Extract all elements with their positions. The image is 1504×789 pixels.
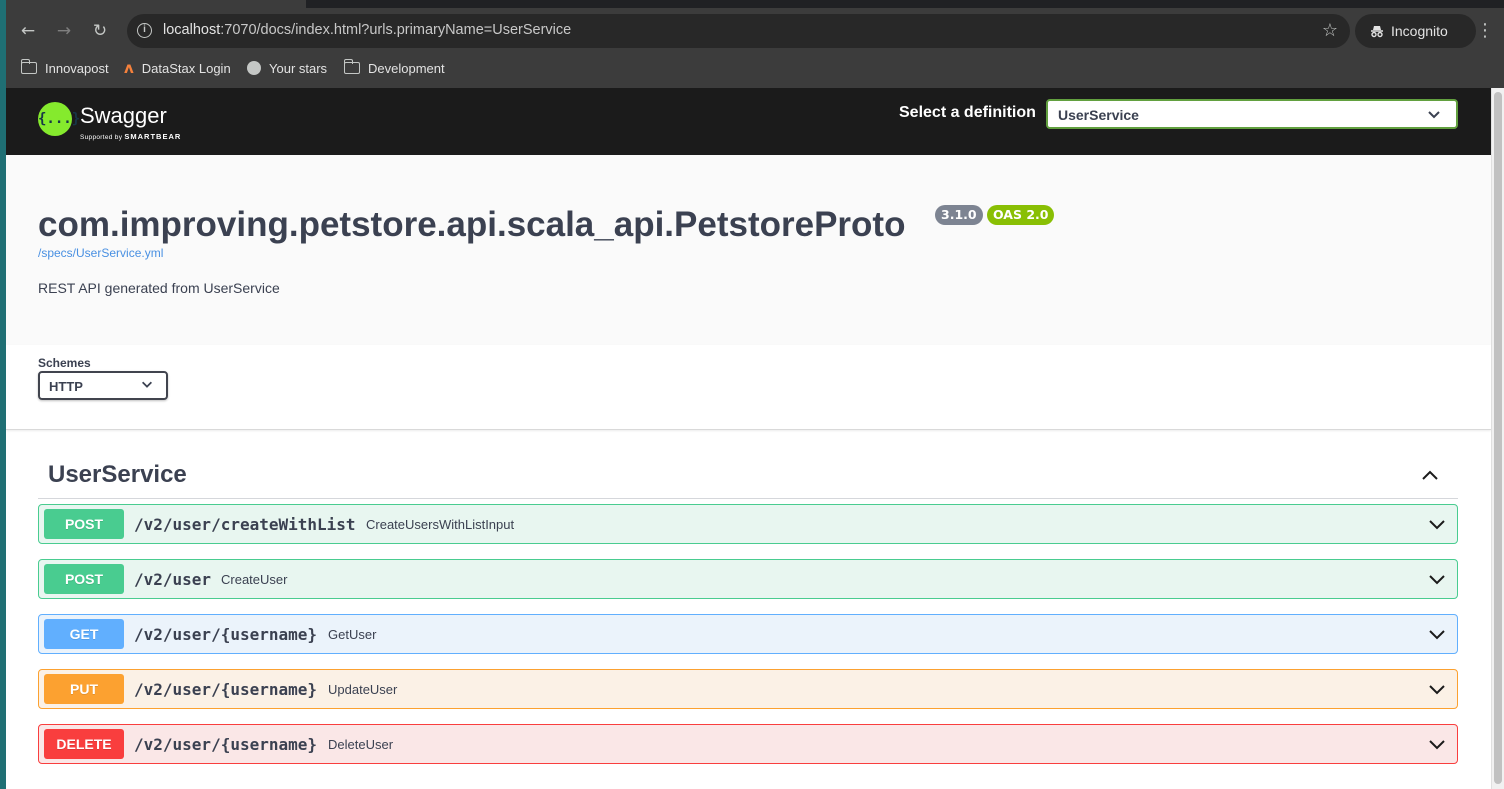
incognito-profile-button[interactable]: Incognito <box>1355 14 1476 48</box>
tag-name: UserService <box>48 461 187 488</box>
logo-sub-prefix: Supported by <box>80 134 123 141</box>
bookmark-innovapost[interactable]: Innovapost <box>20 59 109 77</box>
bookmark-label: Your stars <box>269 60 328 76</box>
bookmark-development[interactable]: Development <box>343 59 445 77</box>
chevron-down-icon[interactable] <box>1427 570 1447 590</box>
back-icon[interactable]: ← <box>16 19 40 43</box>
api-title: com.improving.petstore.api.scala_api.Pet… <box>38 205 906 244</box>
bookmarks-bar: Innovapost ʌ DataStax Login Your stars D… <box>6 54 1504 82</box>
bookmark-datastax-login[interactable]: ʌ DataStax Login <box>124 59 231 77</box>
bookmark-star-icon[interactable]: ☆ <box>1322 20 1338 41</box>
operation-path: /v2/user/{username} <box>134 680 318 699</box>
version-badge: 3.1.0 <box>935 205 983 225</box>
swagger-page: {...} Swagger Supported by SMARTBEAR Sel… <box>6 88 1491 789</box>
schemes-section: Schemes HTTP <box>6 345 1491 430</box>
operation-path: /v2/user <box>134 570 212 589</box>
swagger-logo-subtitle: Supported by SMARTBEAR <box>80 132 181 141</box>
operation-summary: CreateUser <box>221 572 288 587</box>
method-badge: GET <box>44 619 124 649</box>
swagger-topbar: {...} Swagger Supported by SMARTBEAR Sel… <box>6 88 1491 155</box>
chevron-down-icon[interactable] <box>1427 735 1447 755</box>
operation-delete-user[interactable]: DELETE /v2/user/{username} DeleteUser <box>38 724 1458 764</box>
schemes-label: Schemes <box>38 356 91 370</box>
chevron-up-icon[interactable] <box>1420 465 1440 485</box>
url-path: :7070/docs/index.html?urls.primaryName=U… <box>220 22 572 38</box>
operation-create-user[interactable]: POST /v2/user CreateUser <box>38 559 1458 599</box>
tab-strip <box>6 0 1504 8</box>
chevron-down-icon[interactable] <box>1427 625 1447 645</box>
operation-path: /v2/user/{username} <box>134 735 318 754</box>
address-bar[interactable]: i localhost:7070/docs/index.html?urls.pr… <box>127 14 1350 48</box>
definition-label: Select a definition <box>899 104 1036 121</box>
operation-summary: CreateUsersWithListInput <box>366 517 515 532</box>
definition-value: UserService <box>1058 107 1139 123</box>
operation-summary: GetUser <box>328 627 377 642</box>
scrollbar-thumb[interactable] <box>1494 92 1502 784</box>
operation-summary: UpdateUser <box>328 682 398 697</box>
schemes-value: HTTP <box>49 379 83 394</box>
api-description: REST API generated from UserService <box>38 280 280 296</box>
schemes-select[interactable]: HTTP <box>38 371 168 400</box>
spec-url-link[interactable]: /specs/UserService.yml <box>38 246 163 260</box>
bookmark-label: Development <box>368 60 445 76</box>
chevron-down-icon[interactable] <box>1427 680 1447 700</box>
operation-summary: DeleteUser <box>328 737 394 752</box>
incognito-icon <box>1371 26 1383 38</box>
bookmark-your-stars[interactable]: Your stars <box>247 59 327 77</box>
url-text[interactable]: localhost:7070/docs/index.html?urls.prim… <box>163 22 571 38</box>
url-host: localhost <box>163 22 221 38</box>
operation-path: /v2/user/{username} <box>134 625 318 644</box>
swagger-logo-icon[interactable]: {...} <box>38 102 80 136</box>
method-badge: POST <box>44 509 124 539</box>
site-info-icon[interactable]: i <box>137 23 152 38</box>
swagger-logo-text: Swagger <box>80 103 167 128</box>
operation-create-users-with-list[interactable]: POST /v2/user/createWithList CreateUsers… <box>38 504 1458 544</box>
bookmark-label: DataStax Login <box>141 60 231 76</box>
method-badge: DELETE <box>44 729 124 759</box>
oas-badge: OAS 2.0 <box>987 205 1055 225</box>
bookmark-label: Innovapost <box>45 60 109 76</box>
datastax-icon: ʌ <box>124 59 134 77</box>
chevron-down-icon <box>1428 111 1440 119</box>
reload-icon[interactable]: ↻ <box>88 19 112 43</box>
definition-select[interactable]: UserService <box>1046 99 1458 129</box>
incognito-label: Incognito <box>1391 23 1448 39</box>
chevron-down-icon[interactable] <box>1427 515 1447 535</box>
github-icon <box>247 61 261 75</box>
method-badge: PUT <box>44 674 124 704</box>
navigation-bar: ← → ↻ i localhost:7070/docs/index.html?u… <box>6 12 1504 50</box>
operation-update-user[interactable]: PUT /v2/user/{username} UpdateUser <box>38 669 1458 709</box>
logo-sub-brand: SMARTBEAR <box>124 132 182 141</box>
operation-get-user[interactable]: GET /v2/user/{username} GetUser <box>38 614 1458 654</box>
folder-icon <box>20 59 37 74</box>
active-tab[interactable] <box>6 0 306 8</box>
browser-chrome: ← → ↻ i localhost:7070/docs/index.html?u… <box>6 0 1504 88</box>
api-info: com.improving.petstore.api.scala_api.Pet… <box>6 155 1491 345</box>
browser-menu-icon[interactable]: ⋮ <box>1476 20 1494 44</box>
method-badge: POST <box>44 564 124 594</box>
operation-path: /v2/user/createWithList <box>134 515 356 534</box>
folder-icon <box>343 59 360 74</box>
chevron-down-icon <box>142 381 152 388</box>
page-scrollbar[interactable] <box>1491 88 1504 789</box>
tag-section-header[interactable]: UserService <box>38 455 1458 499</box>
forward-icon[interactable]: → <box>52 19 76 43</box>
